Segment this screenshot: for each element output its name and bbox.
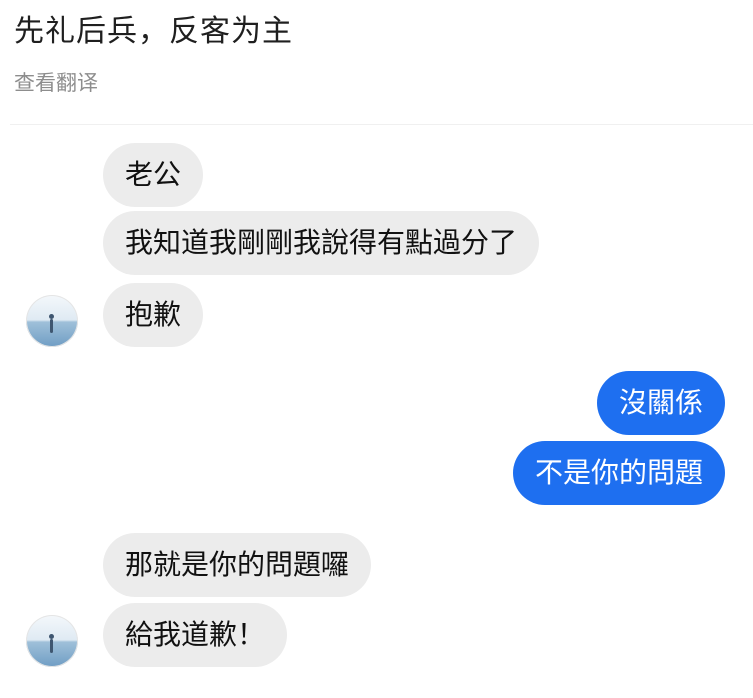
incoming-message-bubble: 抱歉 — [103, 283, 204, 347]
outgoing-message-bubble: 沒關係 — [596, 371, 725, 435]
incoming-message-bubble: 老公 — [103, 143, 204, 207]
incoming-message-bubble: 給我道歉！ — [103, 603, 288, 667]
outgoing-message-bubble: 不是你的問題 — [512, 441, 725, 505]
chat-screenshot: 老公 我知道我剛剛我說得有點過分了 抱歉 沒關係 不是你的問題 那就是你的問題囉… — [10, 124, 753, 698]
person-figure-icon — [49, 314, 54, 333]
see-translation-link[interactable]: 查看翻译 — [14, 68, 98, 98]
contact-avatar[interactable] — [26, 615, 78, 667]
incoming-message-bubble: 我知道我剛剛我說得有點過分了 — [103, 211, 540, 275]
person-figure-icon — [49, 634, 54, 653]
post-title: 先礼后兵，反客为主 — [14, 14, 293, 49]
incoming-message-bubble: 那就是你的問題囉 — [103, 533, 372, 597]
contact-avatar[interactable] — [26, 295, 78, 347]
